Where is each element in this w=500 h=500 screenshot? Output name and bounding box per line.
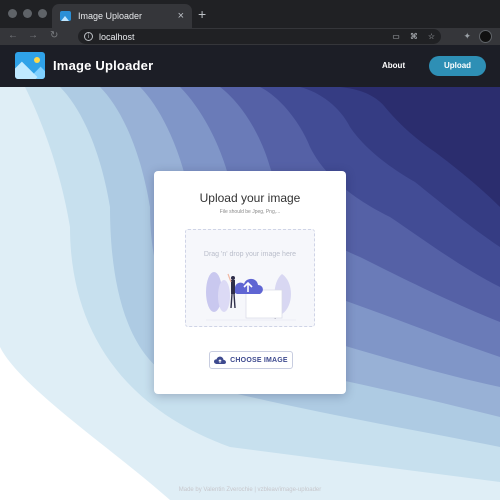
address-bar[interactable]: i localhost ▭ ⌘ ☆ xyxy=(78,29,441,44)
maximize-window-dot[interactable] xyxy=(38,9,47,18)
site-info-icon[interactable]: i xyxy=(84,32,93,41)
omnibox-actions: ▭ ⌘ ☆ xyxy=(392,32,435,41)
left-plant-2 xyxy=(218,280,230,312)
reload-button[interactable]: ↻ xyxy=(50,30,58,42)
person-arm xyxy=(227,273,232,283)
profile-avatar[interactable] xyxy=(479,30,492,43)
address-url[interactable]: localhost xyxy=(99,32,392,42)
upload-illustration xyxy=(206,272,296,321)
browser-tab-bar: Image Uploader × + xyxy=(0,0,500,28)
back-button[interactable]: ← xyxy=(8,30,18,42)
person-body xyxy=(231,280,235,294)
choose-image-label: CHOOSE IMAGE xyxy=(230,356,288,364)
drop-hint: Drag 'n' drop your image here xyxy=(203,251,297,258)
drop-zone[interactable]: Drag 'n' drop your image here xyxy=(185,229,315,327)
upload-nav-button[interactable]: Upload xyxy=(429,56,486,76)
card-subtitle: File should be Jpeg, Png,... xyxy=(219,209,281,215)
tab-favicon-icon xyxy=(60,11,71,21)
browser-toolbar: ← → ↻ i localhost ▭ ⌘ ☆ ✦ xyxy=(0,28,500,45)
forward-button[interactable]: → xyxy=(28,30,38,42)
person-head xyxy=(231,276,235,280)
extension-area: ✦ xyxy=(463,30,492,43)
app-header: Image Uploader About Upload xyxy=(0,45,500,87)
new-tab-button[interactable]: + xyxy=(198,7,206,21)
screen-frame xyxy=(245,289,283,319)
person-legs xyxy=(230,293,236,309)
tab-title: Image Uploader xyxy=(78,11,143,21)
cast-icon[interactable]: ▭ xyxy=(392,32,400,41)
extensions-puzzle-icon[interactable]: ✦ xyxy=(463,31,471,42)
image-logo-icon[interactable] xyxy=(15,52,45,79)
card-title: Upload your image xyxy=(199,191,301,205)
browser-tab[interactable]: Image Uploader × xyxy=(52,4,192,28)
upload-card: Upload your image File should be Jpeg, P… xyxy=(154,171,346,394)
cloud-upload-icon xyxy=(214,356,227,364)
about-link[interactable]: About xyxy=(382,61,405,70)
qr-code-icon[interactable]: ⌘ xyxy=(410,32,418,41)
tab-close-icon[interactable]: × xyxy=(178,10,184,22)
bookmark-star-icon[interactable]: ☆ xyxy=(428,32,435,41)
footer-credit[interactable]: Made by Valentin Zverochie | vzbleav/ima… xyxy=(0,487,500,493)
minimize-window-dot[interactable] xyxy=(23,9,32,18)
window-controls[interactable] xyxy=(8,9,47,18)
choose-image-button[interactable]: CHOOSE IMAGE xyxy=(209,351,293,369)
app-title[interactable]: Image Uploader xyxy=(53,58,153,73)
close-window-dot[interactable] xyxy=(8,9,17,18)
